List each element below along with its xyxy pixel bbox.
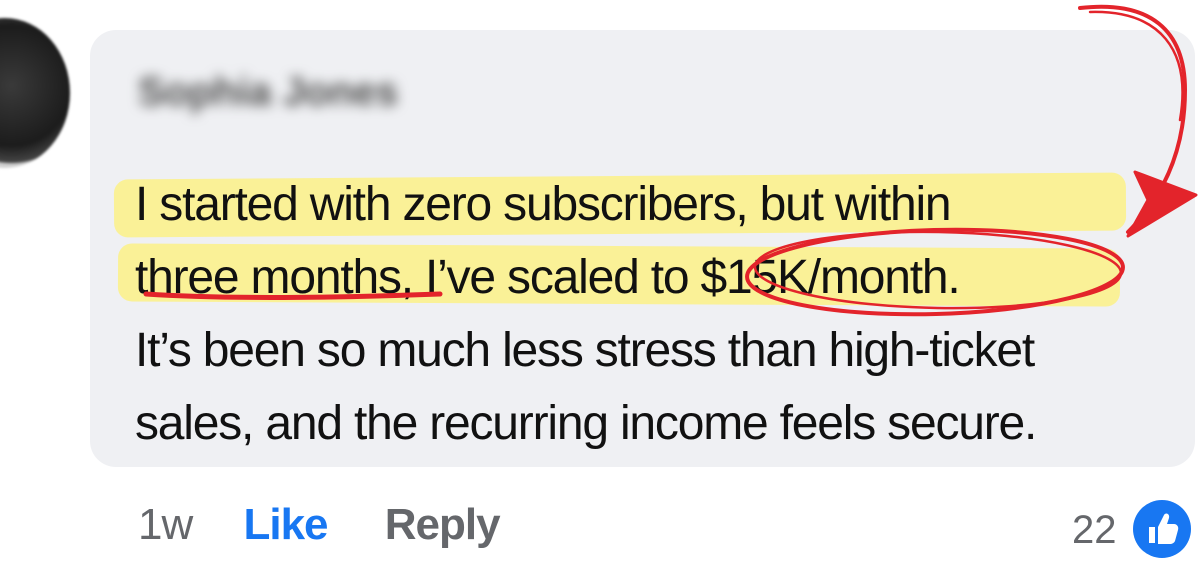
comment-line: I started with zero subscribers, but wit… [135, 178, 952, 231]
author-name[interactable]: Sophia Jones [138, 70, 398, 115]
reply-button[interactable]: Reply [385, 500, 501, 549]
thumbs-up-icon[interactable] [1133, 500, 1191, 558]
comment-screenshot: Sophia Jones I started with zero subscri… [0, 0, 1200, 565]
avatar[interactable] [0, 18, 70, 168]
comment-line: sales, and the recurring income feels se… [135, 397, 1037, 450]
comment-line: It’s been so much less stress than high-… [135, 324, 1035, 377]
comment-actions: 1w Like Reply [138, 500, 501, 550]
reaction-count[interactable]: 22 [1072, 508, 1117, 553]
like-button[interactable]: Like [243, 500, 328, 549]
comment-timestamp[interactable]: 1w [138, 500, 193, 549]
comment-text: I started with zero subscribers, but wit… [135, 168, 1175, 460]
comment-line: three months, I’ve scaled to $15K/month. [135, 251, 961, 304]
